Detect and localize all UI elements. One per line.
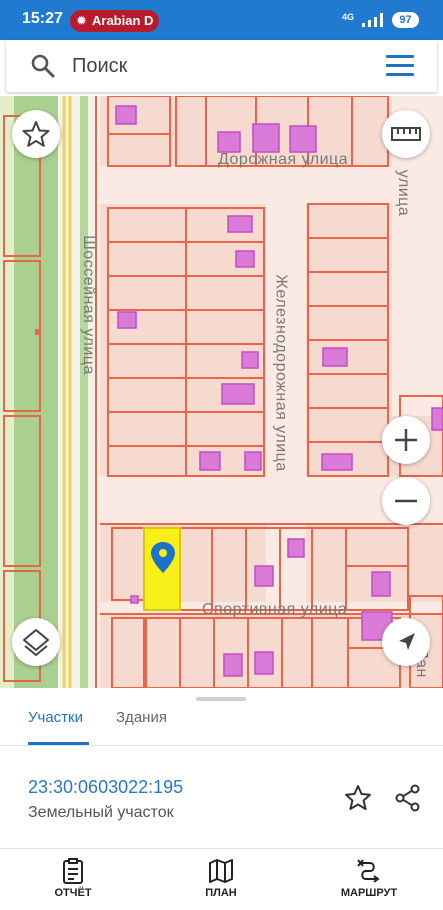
parcel-type: Земельный участок — [28, 804, 174, 821]
street-label-zheleznodorozhnaya: Железнодорожная улица — [272, 274, 290, 472]
route-icon — [357, 859, 380, 883]
street-label-dorozhnaya: Дорожная улица — [218, 151, 349, 168]
menu-icon[interactable] — [386, 55, 414, 77]
tabs-divider — [0, 745, 443, 746]
street-label-sportivnaya: Спортивная улица — [202, 601, 348, 618]
zoom-out-button[interactable] — [382, 477, 430, 525]
search-icon[interactable] — [30, 53, 56, 79]
drag-handle[interactable] — [196, 697, 246, 701]
battery-indicator: 97 — [392, 12, 419, 28]
nav-report[interactable]: ОТЧЁТ — [18, 849, 128, 910]
street-label-shosseynaya: Шоссейная улица — [79, 235, 97, 375]
network-type: 4G — [342, 12, 355, 22]
notification-pill[interactable]: ✹ Arabian D — [70, 10, 159, 32]
sun-icon: ✹ — [76, 13, 87, 28]
map-plan-icon — [209, 859, 233, 883]
ruler-button[interactable] — [382, 110, 430, 158]
plus-icon — [395, 429, 417, 451]
tab-parcels[interactable]: Участки — [28, 709, 83, 726]
star-outline-icon — [22, 121, 50, 147]
star-icon[interactable] — [343, 783, 373, 813]
favorites-button[interactable] — [12, 110, 60, 158]
nav-plan-label: ПЛАН — [205, 887, 237, 899]
parcel-info-sheet[interactable]: Участки Здания 23:30:0603022:195 Земельн… — [0, 688, 443, 848]
nav-report-label: ОТЧЁТ — [54, 887, 92, 899]
notification-text: Arabian D — [92, 13, 154, 28]
nav-route-label: МАРШРУТ — [340, 887, 398, 899]
street-label-top-right: улица — [395, 169, 413, 217]
signal-icon — [360, 13, 388, 27]
ruler-icon — [391, 127, 421, 141]
app-screen: 15:27 ✹ Arabian D 4G 97 Поиск Дорожная у… — [0, 0, 443, 910]
search-bar[interactable]: Поиск — [6, 40, 437, 92]
search-input[interactable]: Поиск — [72, 55, 127, 78]
navigation-arrow-icon — [399, 633, 415, 650]
layers-button[interactable] — [12, 618, 60, 666]
report-icon — [63, 858, 83, 884]
my-location-button[interactable] — [382, 618, 430, 666]
status-bar: 15:27 ✹ Arabian D 4G 97 — [0, 0, 443, 40]
tab-buildings[interactable]: Здания — [116, 709, 167, 726]
nav-route[interactable]: МАРШРУТ — [314, 849, 424, 910]
zoom-in-button[interactable] — [382, 416, 430, 464]
cadastral-map[interactable] — [0, 96, 443, 688]
minus-icon — [395, 499, 417, 503]
bottom-nav: ОТЧЁТ ПЛАН МАРШРУТ — [0, 848, 443, 910]
share-icon[interactable] — [393, 783, 423, 813]
status-time: 15:27 — [22, 10, 63, 27]
layers-icon — [23, 629, 49, 656]
map-view[interactable]: Дорожная улица Шоссейная улица Железнодо… — [0, 96, 443, 688]
nav-plan[interactable]: ПЛАН — [166, 849, 276, 910]
cadastral-number[interactable]: 23:30:0603022:195 — [28, 777, 183, 798]
